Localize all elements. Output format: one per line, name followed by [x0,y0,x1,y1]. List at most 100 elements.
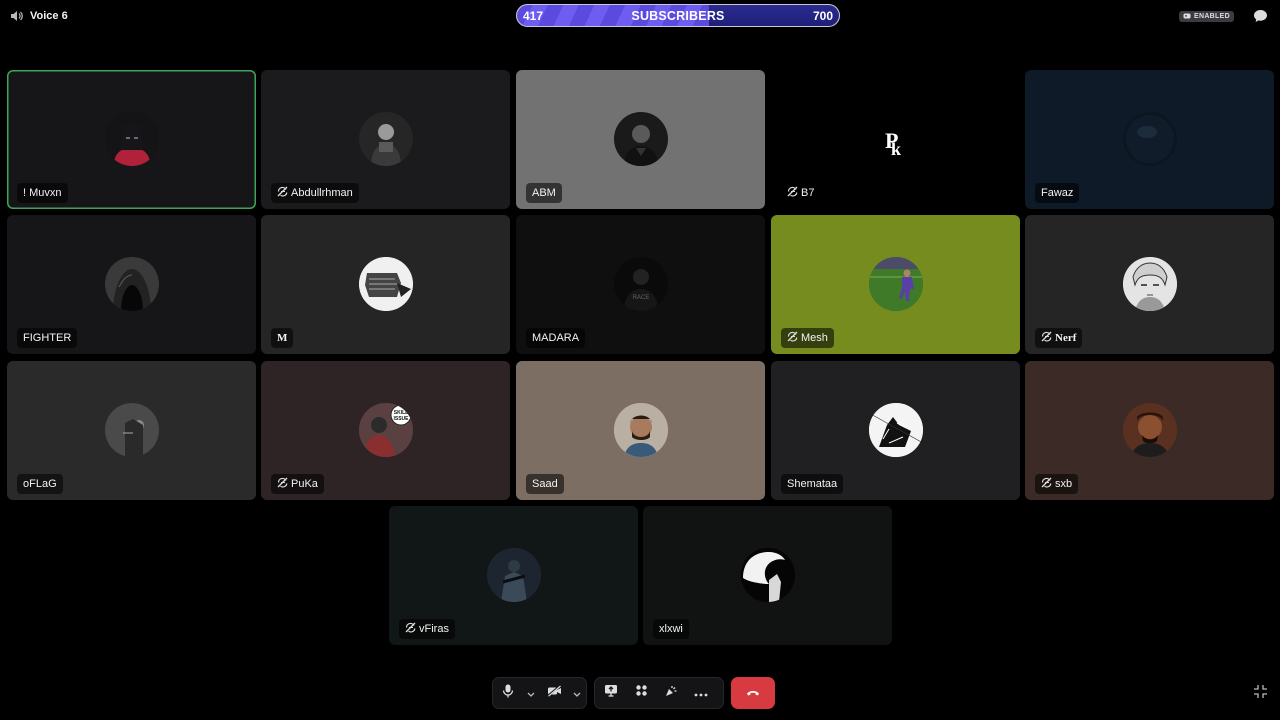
participant-name: PuKa [291,478,318,490]
participant-name: M [277,332,288,344]
disconnect-button[interactable] [731,677,775,709]
participant-avatar [1122,257,1177,311]
participant-avatar [868,403,923,457]
subscriber-goal-bar: 417 SUBSCRIBERS 700 [516,4,840,27]
activity-controls [594,677,724,709]
participant-name: Mesh [801,332,828,344]
participant-avatar [1122,112,1177,166]
screen-share-icon [604,684,618,702]
participant-name-tag: Fawaz [1035,183,1080,203]
svg-text:RACE: RACE [632,295,649,301]
camera-button[interactable] [539,678,569,708]
chevron-down-icon [573,684,581,702]
chat-icon[interactable] [1253,9,1268,28]
participant-name: vFiras [419,623,449,635]
participant-tile[interactable]: xlxwi [643,506,892,645]
channel-name: Voice 6 [30,10,68,22]
deafened-icon [277,477,288,491]
chevron-down-icon [527,684,535,702]
participant-name-tag: PuKa [271,474,324,494]
participant-name: Shemataa [787,478,838,490]
activity-status-badge[interactable]: ENABLED [1179,11,1234,22]
activity-status-label: ENABLED [1194,13,1230,20]
microphone-icon [502,684,514,703]
participant-tile[interactable]: M [261,215,510,354]
deafened-icon [787,186,798,200]
soundboard-icon [664,684,678,703]
participant-avatar [104,257,159,311]
audio-video-controls [492,677,587,709]
collapse-icon [1253,685,1268,703]
svg-text:ISSUE: ISSUE [393,416,409,422]
camera-options-button[interactable] [569,678,585,708]
participant-tile[interactable]: oFLaG [7,361,256,500]
participant-tile[interactable]: Saad [516,361,765,500]
activities-icon [635,684,648,702]
participant-name-tag: Abdullrhman [271,183,359,203]
participant-tile[interactable]: Fawaz [1025,70,1274,209]
participant-name-tag: M [271,328,294,348]
participant-avatar [486,548,541,602]
participant-avatar [358,257,413,311]
deafened-icon [277,186,288,200]
participant-tile[interactable]: vFiras [389,506,638,645]
participant-avatar [740,548,795,602]
goal-label: SUBSCRIBERS [631,8,725,23]
participant-name-tag: vFiras [399,619,455,639]
participant-tile[interactable]: Mesh [771,215,1020,354]
screen-share-button[interactable] [596,678,626,708]
participant-tile[interactable]: RACE MADARA [516,215,765,354]
participant-name: ! Muvxn [23,187,62,199]
participant-name: xlxwi [659,623,683,635]
exit-fullscreen-button[interactable] [1253,684,1268,704]
microphone-options-button[interactable] [523,678,539,708]
microphone-button[interactable] [493,678,523,708]
participant-tile[interactable]: SKILL ISSUE PuKa [261,361,510,500]
participant-name-tag: B7 [781,183,821,203]
participant-tile[interactable]: Nerf [1025,215,1274,354]
participant-tile[interactable]: Shemataa [771,361,1020,500]
participant-name-tag: Mesh [781,328,834,348]
hang-up-icon [746,684,760,702]
speaker-icon [10,10,23,22]
svg-text:k: k [891,139,901,159]
participant-name-tag: sxb [1035,474,1079,494]
participant-avatar: SKILL ISSUE [358,403,413,457]
participant-avatar: RACE [613,257,668,311]
game-icon [1183,13,1191,21]
participant-name: oFLaG [23,478,57,490]
participant-tile[interactable]: Pk B7 [771,70,1020,209]
participant-name: FIGHTER [23,332,72,344]
participant-name: MADARA [532,332,580,344]
participant-name-tag: Nerf [1035,328,1083,348]
participant-name: sxb [1055,478,1073,490]
participant-tile[interactable]: sxb [1025,361,1274,500]
participant-tile[interactable]: ABM [516,70,765,209]
activities-button[interactable] [626,678,656,708]
soundboard-button[interactable] [656,678,686,708]
camera-off-icon [546,684,562,702]
participant-tile[interactable]: ! Muvxn [7,70,256,209]
voice-channel-header: Voice 6 [10,8,68,24]
participant-name-tag: ABM [526,183,562,203]
deafened-icon [1041,477,1052,491]
participant-name-tag: xlxwi [653,619,689,639]
participant-avatar [1122,403,1177,457]
participant-name-tag: oFLaG [17,474,63,494]
participant-name: Abdullrhman [291,187,353,199]
more-options-button[interactable] [686,678,716,708]
deafened-icon [787,331,798,345]
participant-name-tag: Shemataa [781,474,844,494]
participant-name-tag: ! Muvxn [17,183,68,203]
participant-avatar [613,112,668,166]
participant-tile[interactable]: FIGHTER [7,215,256,354]
participant-name: Fawaz [1041,187,1074,199]
participant-name: Nerf [1055,332,1077,344]
participant-avatar [613,403,668,457]
deafened-icon [405,622,416,636]
participant-name-tag: MADARA [526,328,586,348]
participant-name-tag: FIGHTER [17,328,78,348]
more-icon [694,684,708,702]
participant-tile[interactable]: Abdullrhman [261,70,510,209]
participant-name: Saad [532,478,558,490]
